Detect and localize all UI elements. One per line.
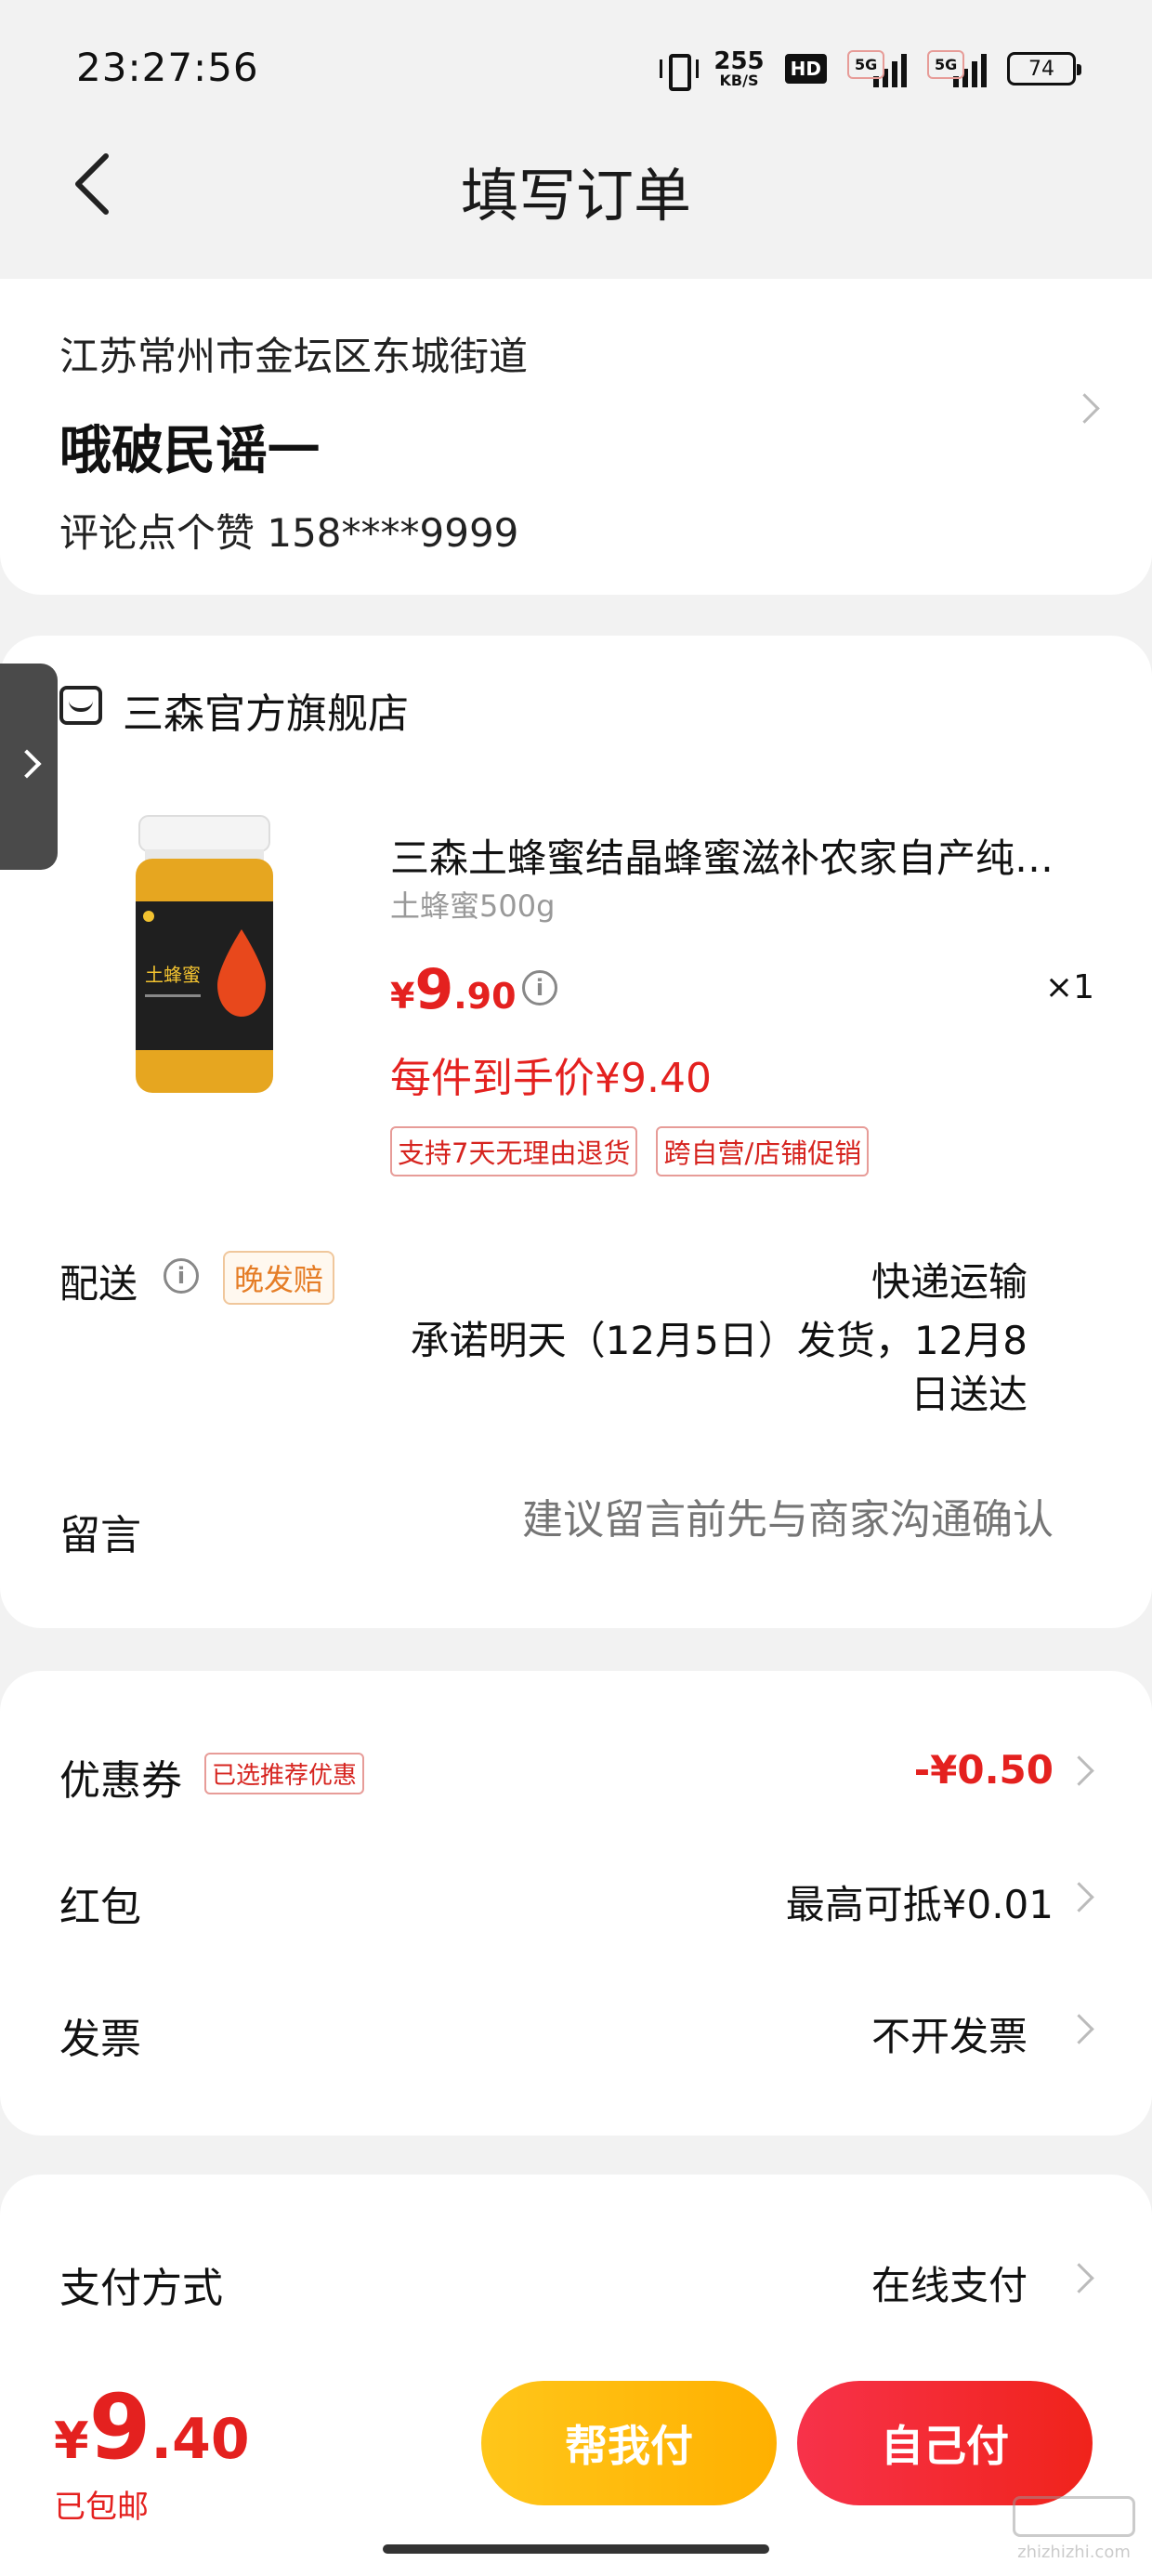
status-time: 23:27:56 [76,45,259,90]
coupon-badge: 已选推荐优惠 [204,1753,365,1794]
chevron-right-icon [1074,390,1096,427]
vibrate-icon [660,50,700,91]
chevron-right-icon [1068,2260,1091,2297]
shipping-method[interactable]: 快递运输 [871,1251,1028,1308]
shipping-label: 配送 [59,1261,138,1307]
battery-icon: 74 [1007,52,1081,85]
product-image[interactable]: 土蜂蜜 [102,808,307,1106]
payment-method-label: 支付方式 [59,2265,223,2312]
network-speed: 255 KB/S [713,49,764,88]
watermark: zhizhizhi.com [1013,2496,1135,2562]
shop-name[interactable]: 三森官方旗舰店 [123,680,409,740]
chevron-right-icon [1068,1753,1091,1790]
self-pay-button[interactable]: 自己付 [797,2381,1093,2505]
total-price: ¥9.40 [54,2375,250,2479]
signal-tag: 5G [847,50,885,79]
product-title[interactable]: 三森土蜂蜜结晶蜂蜜滋补农家自产纯正天然 [390,827,1068,884]
shipping-promise: 承诺明天（12月5日）发货，12月8日送达 [410,1318,1028,1417]
tag-return-policy: 支持7天无理由退货 [390,1126,638,1176]
recipient-name: 哦破民谣一 [59,421,320,481]
late-compensation-badge: 晚发赔 [223,1251,335,1305]
network-speed-value: 255 [713,47,765,75]
invoice-label: 发票 [59,2016,141,2063]
jar-label: 土蜂蜜 [145,964,201,986]
product-price: ¥9.90 [390,957,517,1022]
signal-icon: 5G [847,50,907,87]
price-decimal: .90 [453,976,517,1017]
red-packet-value[interactable]: 最高可抵¥0.01 [786,1873,1054,1930]
payment-method-value[interactable]: 在线支付 [871,2254,1028,2311]
total-integer: 9 [88,2375,151,2479]
tag-promotion: 跨自营/店铺促销 [656,1126,870,1176]
price-currency: ¥ [390,976,415,1017]
price-integer: 9 [414,957,454,1022]
info-icon[interactable]: i [164,1258,199,1294]
watermark-logo [1013,2496,1135,2537]
network-speed-unit: KB/S [719,72,759,89]
page-title: 填写订单 [460,162,691,230]
total-currency: ¥ [54,2412,89,2470]
quantity: ×1 [1044,968,1094,1006]
final-price: 每件到手价¥9.40 [390,1055,712,1102]
message-label: 留言 [59,1512,141,1559]
recipient-contact: 评论点个赞 158****9999 [59,510,519,556]
coupon-label: 优惠券 [59,1757,182,1805]
invoice-value[interactable]: 不开发票 [871,2005,1028,2062]
side-expand-tab[interactable] [0,664,58,870]
home-indicator[interactable] [383,2544,769,2554]
service-tags: 支持7天无理由退货 跨自营/店铺促销 [390,1126,870,1176]
chevron-right-icon [1068,1879,1091,1916]
message-input[interactable] [403,1496,1054,1544]
friend-pay-button[interactable]: 帮我付 [481,2381,777,2505]
hd-icon: HD [784,54,827,84]
signal-tag: 5G [927,50,965,79]
status-icons: 255 KB/S HD 5G 5G 74 [660,45,1081,93]
free-shipping-label: 已包邮 [54,2489,149,2526]
info-icon[interactable]: i [522,970,557,1005]
signal-icon: 5G [927,50,987,87]
total-decimal: .40 [151,2407,250,2472]
chevron-right-icon [1068,2011,1091,2048]
red-packet-label: 红包 [59,1884,141,1931]
shop-icon [59,686,102,725]
address-line: 江苏常州市金坛区东城街道 [59,334,529,379]
coupon-value[interactable]: -¥0.50 [914,1747,1054,1793]
product-spec: 土蜂蜜500g [390,888,556,924]
watermark-text: zhizhizhi.com [1017,2543,1131,2562]
